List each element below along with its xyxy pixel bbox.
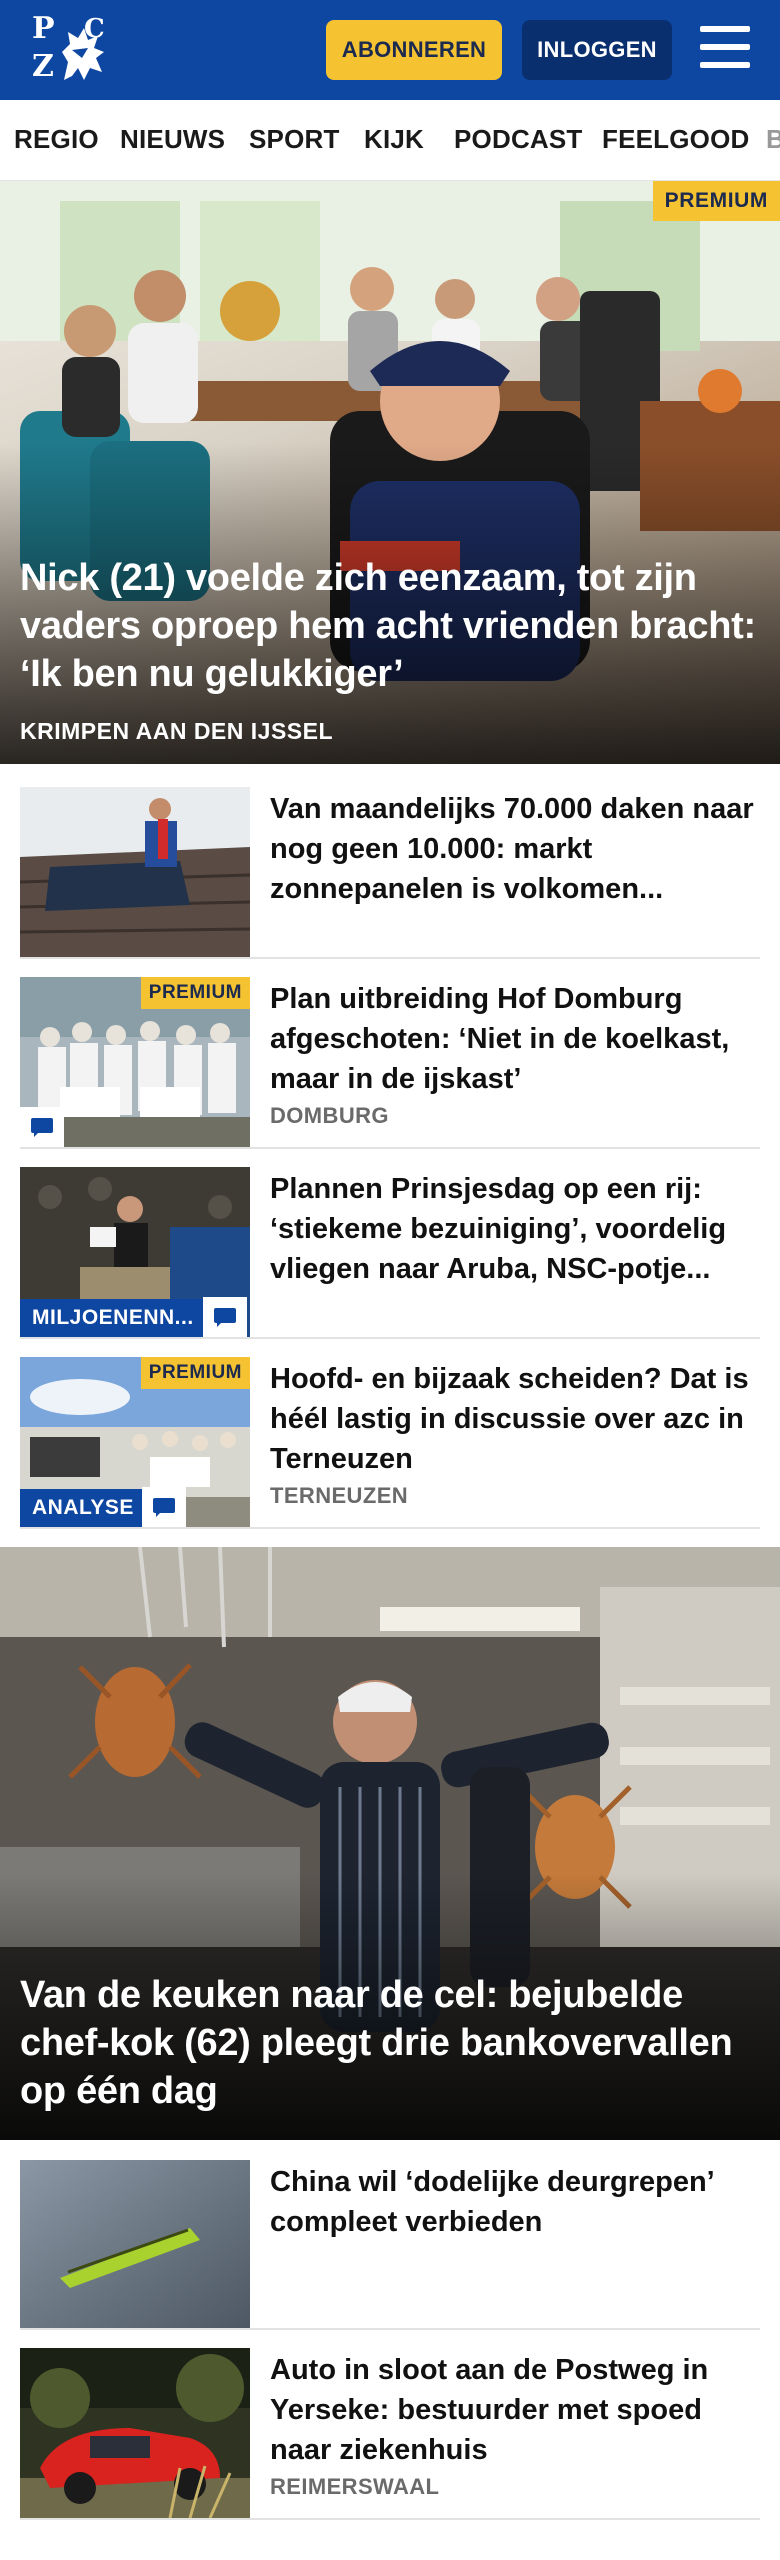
article-headline[interactable]: Plan uitbreiding Hof Domburg afgeschoten… [270, 979, 760, 1099]
article-row-prinsjesdag[interactable]: MILJOENENN... Plannen Prinsjesdag op een… [20, 1147, 760, 1339]
article-location: TERNEUZEN [270, 1483, 409, 1508]
article-row-solar[interactable]: Van maandelijks 70.000 daken naar nog ge… [20, 767, 760, 959]
article-headline[interactable]: China wil ‘dodelijke deurgrepen’ complee… [270, 2162, 760, 2242]
premium-badge: PREMIUM [140, 977, 250, 1009]
article-headline[interactable]: Auto in sloot aan de Postweg in Yerseke:… [270, 2350, 760, 2470]
thumb-car-in-ditch [20, 2348, 250, 2518]
hamburger-menu-icon[interactable] [700, 26, 750, 70]
thumb-door-handle [20, 2160, 250, 2328]
nav-item-nieuws[interactable]: NIEUWS [120, 124, 225, 155]
lion-emblem-icon [62, 28, 104, 80]
article-row-postweg-yerseke[interactable]: Auto in sloot aan de Postweg in Yerseke:… [20, 2328, 760, 2520]
logo-letter-z: Z [32, 49, 54, 84]
article-headline[interactable]: Van maandelijks 70.000 daken naar nog ge… [270, 789, 760, 909]
hero-article-nick[interactable]: PREMIUM Nick (21) voelde zich eenzaam, t… [0, 181, 780, 764]
article-row-azc-terneuzen[interactable]: PREMIUM ANALYSE Hoofd- en bijzaak scheid… [20, 1337, 760, 1529]
thumb-azc-protest: PREMIUM ANALYSE [20, 1357, 250, 1527]
thumb-minister-podium: MILJOENENN... [20, 1167, 250, 1337]
comment-icon [203, 1297, 247, 1337]
article-location: DOMBURG [270, 1103, 389, 1128]
comment-icon [142, 1487, 186, 1527]
nav-item-regio[interactable]: REGIO [14, 124, 99, 155]
nav-item-next[interactable]: B [766, 124, 780, 155]
subscribe-button[interactable]: ABONNEREN [326, 20, 502, 80]
hero-headline[interactable]: Nick (21) voelde zich eenzaam, tot zijn … [20, 554, 760, 698]
article-headline[interactable]: Hoofd- en bijzaak scheiden? Dat is héél … [270, 1359, 760, 1479]
tag-label: MILJOENENN... [20, 1299, 206, 1337]
article-row-deurgrepen[interactable]: China wil ‘dodelijke deurgrepen’ complee… [20, 2140, 760, 2330]
premium-badge: PREMIUM [652, 181, 780, 221]
comment-icon [20, 1107, 64, 1147]
article-headline[interactable]: Plannen Prinsjesdag op een rij: ‘stiekem… [270, 1169, 760, 1289]
nav-item-podcast[interactable]: PODCAST [454, 124, 583, 155]
logo-letter-p: P [32, 11, 55, 46]
nav-item-kijk[interactable]: KIJK [364, 124, 424, 155]
premium-badge: PREMIUM [140, 1357, 250, 1389]
section-nav: REGIO NIEUWS SPORT KIJK PODCAST FEELGOOD… [0, 100, 780, 181]
nav-item-sport[interactable]: SPORT [249, 124, 340, 155]
tag-label: ANALYSE [20, 1489, 146, 1527]
article-location: REIMERSWAAL [270, 2474, 440, 2499]
article-row-hof-domburg[interactable]: PREMIUM Plan uitbreiding Hof Domburg afg… [20, 957, 760, 1149]
site-header: P Z C ABONNEREN INLOGGEN [0, 0, 780, 100]
login-button[interactable]: INLOGGEN [522, 20, 672, 80]
hero-headline[interactable]: Van de keuken naar de cel: bejubelde che… [20, 1971, 760, 2115]
hero-location: KRIMPEN AAN DEN IJSSEL [20, 718, 334, 744]
thumb-solar-roof [20, 787, 250, 957]
pzc-logo[interactable]: P Z C [30, 14, 112, 86]
nav-item-feelgood[interactable]: FEELGOOD [602, 124, 750, 155]
thumb-protest-group: PREMIUM [20, 977, 250, 1147]
hero-article-chef[interactable]: Van de keuken naar de cel: bejubelde che… [0, 1547, 780, 2140]
